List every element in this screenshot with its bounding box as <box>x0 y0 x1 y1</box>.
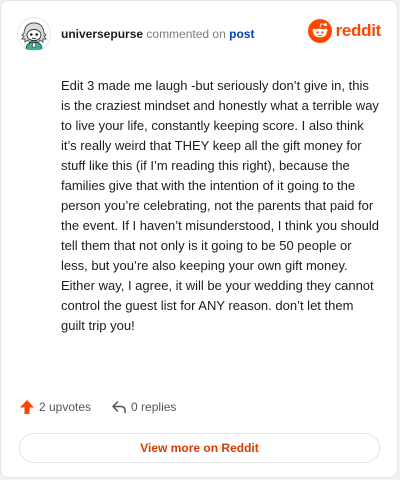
post-link[interactable]: post <box>229 27 254 41</box>
comment-meta: universepurse commented on post <box>61 26 254 42</box>
commented-on-text: commented on <box>146 27 226 41</box>
upvote-arrow-icon[interactable] <box>19 399 35 415</box>
upvote-stat[interactable]: 2 upvotes <box>19 399 91 415</box>
comment-body: Edit 3 made me laugh -but seriously don’… <box>61 78 379 333</box>
comment-card: universepurse commented on post reddit E… <box>0 0 398 478</box>
reddit-wordmark: reddit <box>335 21 382 40</box>
comment-header: universepurse commented on post reddit <box>17 15 381 53</box>
view-more-button[interactable]: View more on Reddit <box>19 433 380 463</box>
reply-stat[interactable]: 0 replies <box>111 399 176 415</box>
comment-actions: 2 upvotes 0 replies <box>19 399 196 415</box>
reply-count: 0 replies <box>131 400 177 414</box>
upvote-count: 2 upvotes <box>39 400 92 414</box>
reddit-logo[interactable]: reddit <box>307 19 382 43</box>
reply-arrow-icon[interactable] <box>111 399 127 415</box>
user-avatar[interactable] <box>17 17 51 51</box>
reddit-snoo-icon <box>307 19 332 43</box>
username-link[interactable]: universepurse <box>61 27 143 41</box>
